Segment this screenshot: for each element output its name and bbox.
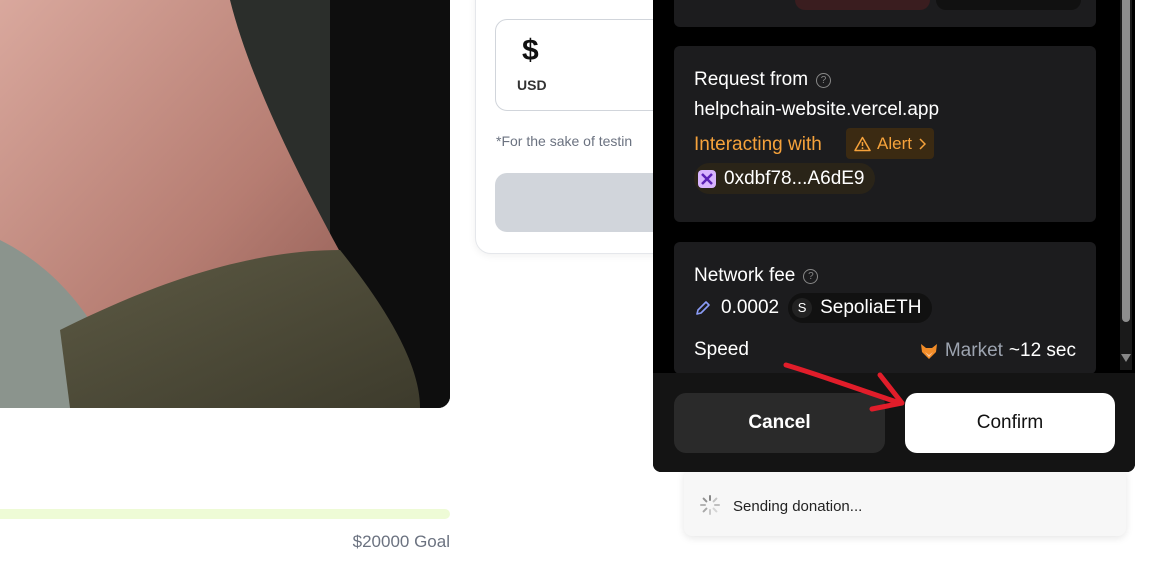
red-arrow-annotation: [783, 362, 905, 412]
campaign-photo: [0, 0, 450, 408]
status-toast: Sending donation...: [684, 468, 1126, 536]
pencil-icon[interactable]: [694, 299, 712, 317]
goal-progress-bar: [0, 509, 450, 519]
request-from-text: Request from: [694, 69, 809, 90]
request-from-label: Request from?: [694, 69, 832, 91]
currency-code: USD: [517, 77, 547, 93]
speed-label: Speed: [694, 339, 749, 360]
speed-mode: Market: [944, 340, 1003, 361]
currency-symbol: $: [522, 34, 539, 67]
fee-token-chip: S SepoliaETH: [788, 293, 932, 323]
confirm-button[interactable]: Confirm: [905, 393, 1115, 453]
spinner-icon: [700, 495, 720, 515]
network-fee-label: Network fee?: [694, 265, 819, 287]
request-section: Request from? helpchain-website.vercel.a…: [674, 46, 1096, 222]
testing-note: *For the sake of testin: [496, 133, 633, 149]
fox-icon: [920, 344, 937, 359]
goal-label: $20000 Goal: [352, 532, 450, 551]
scroll-down-icon[interactable]: [1121, 354, 1131, 362]
warning-icon: [854, 136, 871, 151]
request-origin: helpchain-website.vercel.app: [694, 99, 940, 120]
fee-token: SepoliaETH: [820, 297, 922, 318]
contract-address-chip[interactable]: 0xdbf78...A6dE9: [694, 163, 875, 194]
wallet-top-section: [674, 0, 1096, 27]
help-icon[interactable]: ?: [816, 73, 832, 88]
fee-row: 0.0002 S SepoliaETH: [694, 293, 932, 323]
chevron-right-icon: [919, 137, 926, 150]
account-pill: [936, 0, 1081, 10]
contract-address: 0xdbf78...A6dE9: [724, 167, 865, 189]
toast-message: Sending donation...: [733, 498, 863, 515]
speed-value[interactable]: Market ~12 sec: [919, 340, 1076, 362]
interacting-with-label: Interacting with: [694, 134, 822, 155]
speed-time: ~12 sec: [1008, 340, 1076, 361]
wallet-scrollbar[interactable]: [1120, 0, 1132, 370]
contract-avatar-icon: [698, 169, 716, 188]
token-icon: S: [792, 298, 813, 318]
scrollbar-thumb[interactable]: [1122, 0, 1130, 322]
fee-amount: 0.0002: [721, 297, 780, 318]
alert-badge[interactable]: Alert: [846, 128, 934, 159]
alert-label: Alert: [877, 133, 912, 153]
hand-photo-illustration: [0, 0, 450, 408]
help-icon[interactable]: ?: [803, 269, 819, 284]
network-pill: [795, 0, 930, 10]
network-fee-text: Network fee: [694, 265, 796, 286]
